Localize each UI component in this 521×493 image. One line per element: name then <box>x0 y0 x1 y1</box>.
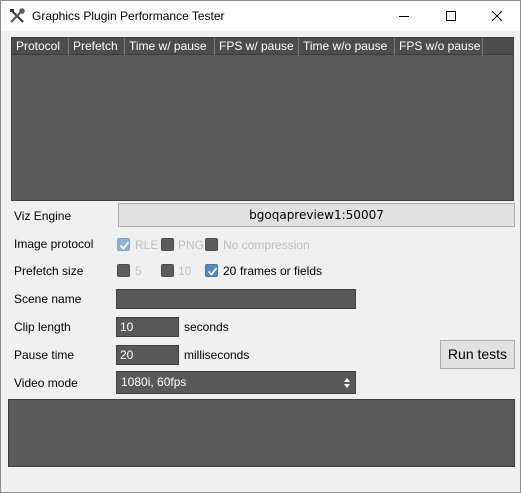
protocol-png-checkbox[interactable] <box>161 238 174 251</box>
image-protocol-label: Image protocol <box>14 237 94 251</box>
prefetch-10-checkbox[interactable] <box>161 264 174 277</box>
log-output-area[interactable] <box>8 399 515 467</box>
prefetch-5-checkbox[interactable] <box>117 264 130 277</box>
scene-name-input[interactable] <box>116 289 356 309</box>
app-window: Graphics Plugin Performance Tester Proto… <box>0 0 521 493</box>
grid-header: Protocol Prefetch Time w/ pause FPS w/ p… <box>12 38 513 55</box>
column-header-time-without-pause[interactable]: Time w/o pause <box>299 38 395 55</box>
column-header-fps-with-pause[interactable]: FPS w/ pause <box>215 38 299 55</box>
column-header-time-with-pause[interactable]: Time w/ pause <box>125 38 215 55</box>
tools-icon <box>9 8 25 24</box>
title-bar[interactable]: Graphics Plugin Performance Tester <box>1 1 520 31</box>
pause-time-label: Pause time <box>14 348 75 362</box>
video-mode-label: Video mode <box>14 376 78 390</box>
protocol-png-label: PNG <box>178 238 205 252</box>
video-mode-select[interactable]: 1080i, 60fps <box>116 371 356 394</box>
column-header-protocol[interactable]: Protocol <box>12 38 69 55</box>
minimize-icon <box>399 16 409 17</box>
pause-time-unit: milliseconds <box>184 348 250 362</box>
viz-engine-label: Viz Engine <box>14 209 72 223</box>
protocol-rle-checkbox[interactable] <box>117 238 130 251</box>
results-grid[interactable]: Protocol Prefetch Time w/ pause FPS w/ p… <box>11 37 514 201</box>
column-header-prefetch[interactable]: Prefetch <box>69 38 125 55</box>
prefetch-size-label: Prefetch size <box>14 264 84 278</box>
window-title: Graphics Plugin Performance Tester <box>32 9 225 23</box>
checkmark-icon <box>207 267 218 276</box>
column-header-fps-without-pause[interactable]: FPS w/o pause <box>395 38 483 55</box>
protocol-no-compression-label: No compression <box>223 238 310 252</box>
pause-time-input[interactable]: 20 <box>116 345 179 365</box>
close-button[interactable] <box>474 1 520 31</box>
scene-name-label: Scene name <box>14 292 82 306</box>
close-icon <box>492 11 502 21</box>
prefetch-5-label: 5 <box>135 264 142 278</box>
checkmark-icon <box>119 241 130 250</box>
prefetch-suffix-label: frames or fields <box>240 264 323 278</box>
video-mode-value: 1080i, 60fps <box>121 375 187 389</box>
protocol-no-compression-checkbox[interactable] <box>205 238 218 251</box>
protocol-rle-label: RLE <box>135 238 159 252</box>
minimize-button[interactable] <box>381 1 427 31</box>
clip-length-input[interactable]: 10 <box>116 317 179 337</box>
updown-arrow-icon <box>344 378 350 388</box>
prefetch-20-checkbox[interactable] <box>205 264 218 277</box>
viz-engine-button[interactable]: bgoqapreview1:50007 <box>118 203 515 227</box>
clip-length-unit: seconds <box>184 320 229 334</box>
maximize-icon <box>446 11 456 21</box>
clip-length-label: Clip length <box>14 320 71 334</box>
prefetch-20-label: 20 <box>223 264 237 278</box>
run-tests-button[interactable]: Run tests <box>440 340 515 369</box>
prefetch-10-label: 10 <box>178 264 192 278</box>
maximize-button[interactable] <box>428 1 474 31</box>
